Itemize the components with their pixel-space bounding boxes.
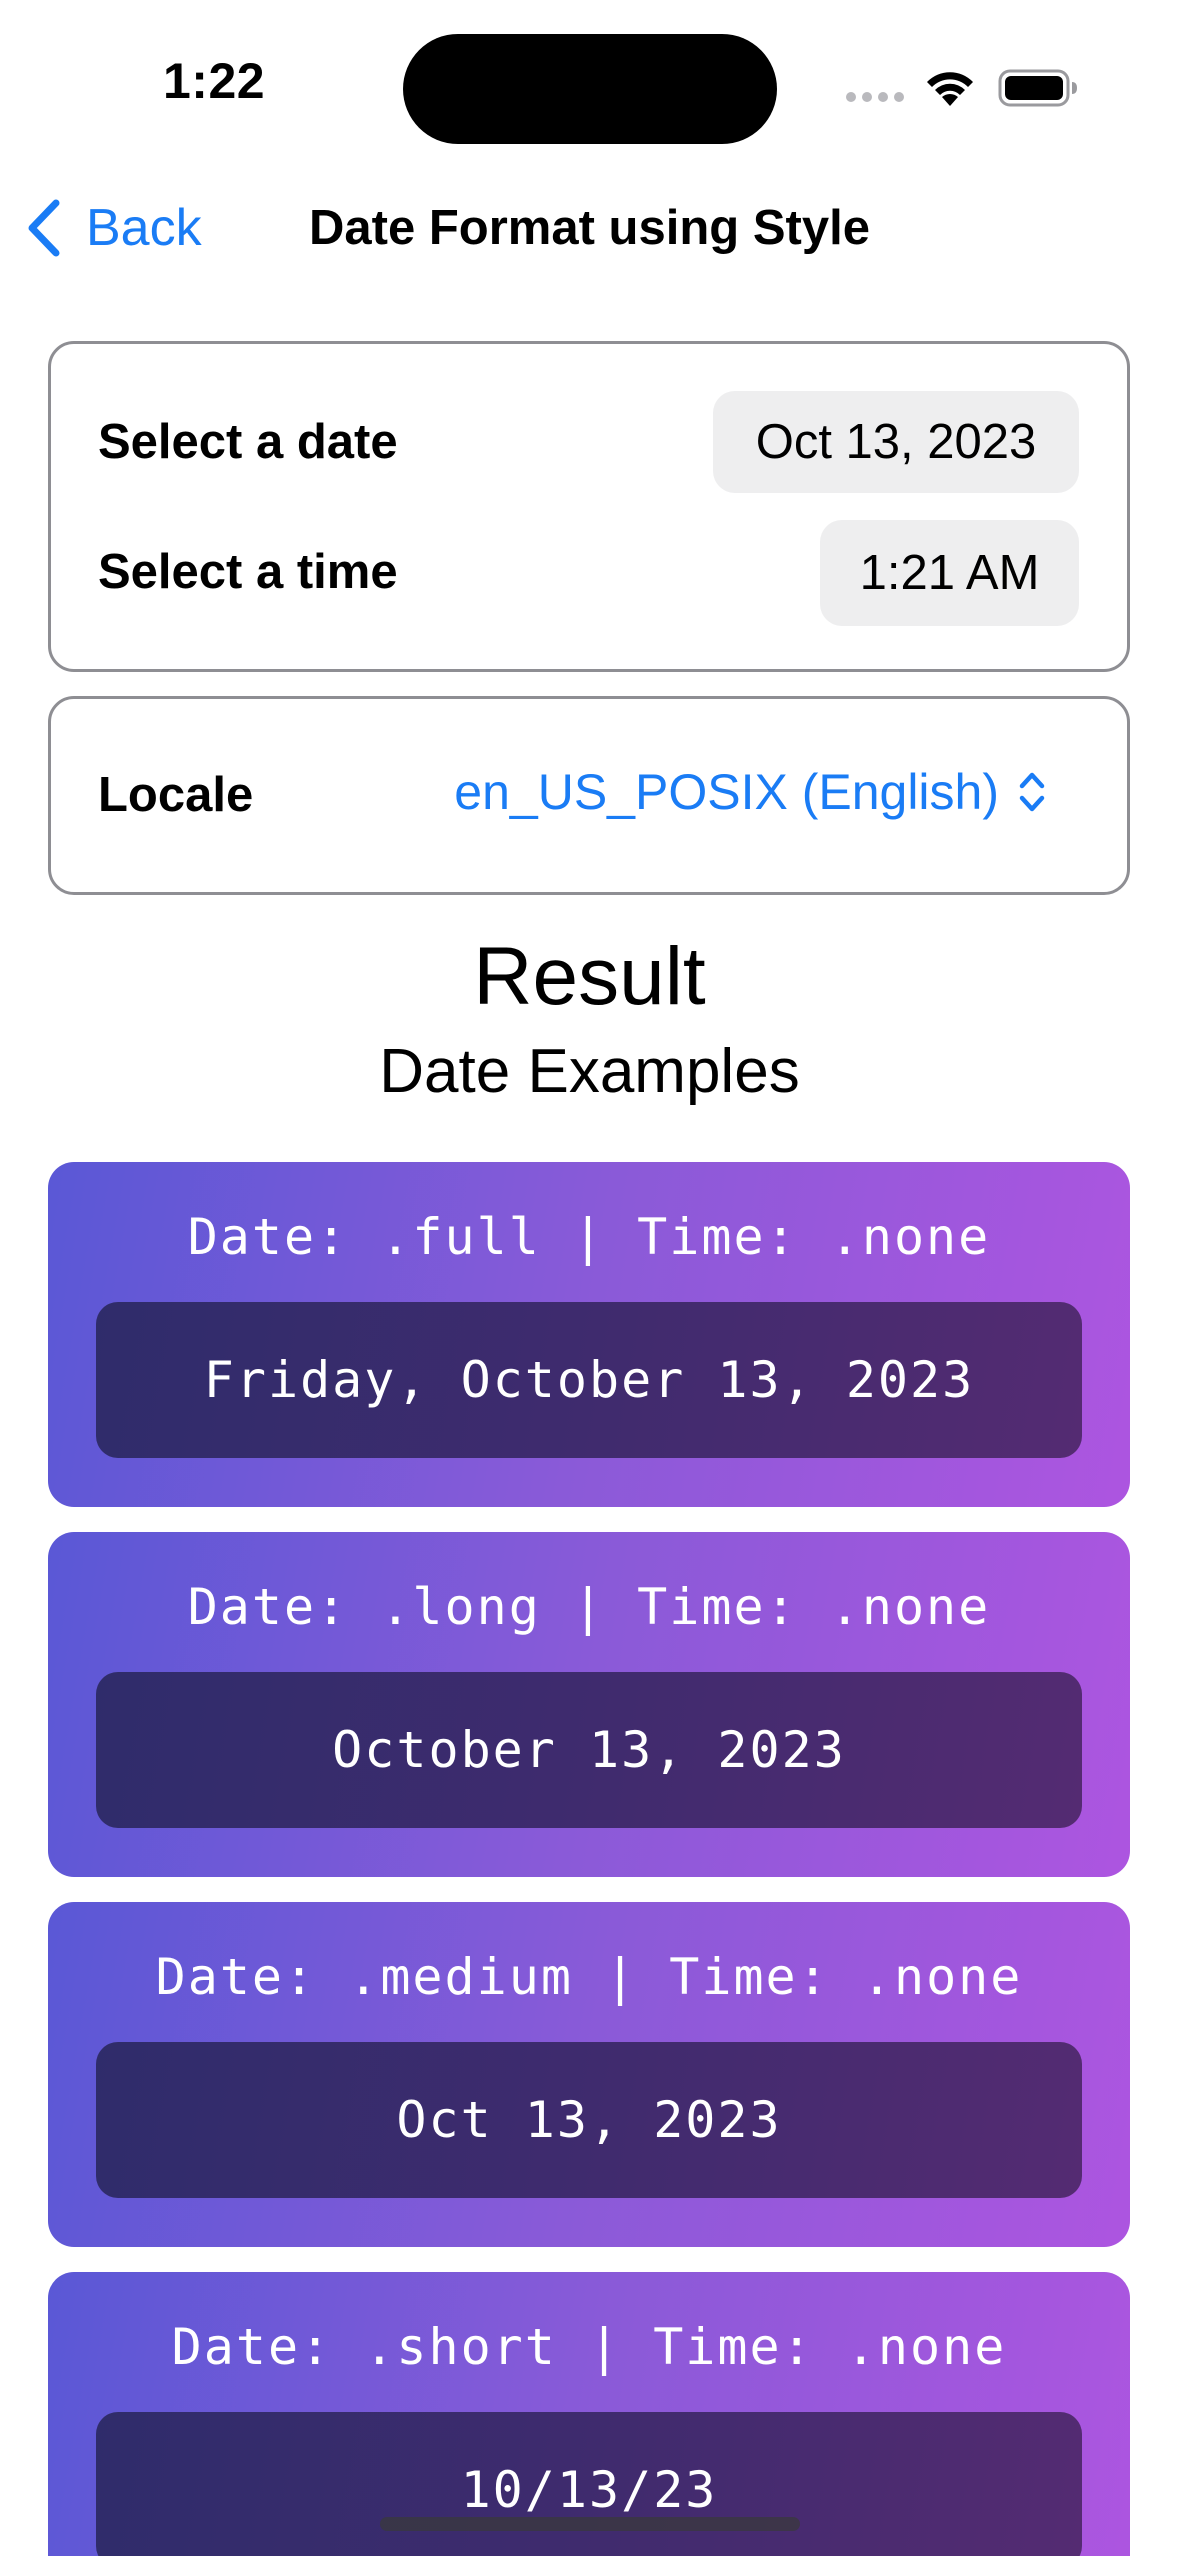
chevron-up-down-icon [1019, 772, 1045, 812]
date-time-card: Select a date Oct 13, 2023 Select a time… [48, 341, 1130, 672]
example-card-full: Date: .full | Time: .none Friday, Octobe… [48, 1162, 1130, 1507]
example-formatted-value: 10/13/23 [96, 2412, 1082, 2556]
home-indicator[interactable] [380, 2517, 800, 2531]
screen: 1:22 Back Date Format using Style Select… [0, 0, 1179, 2556]
example-formatted-value: Oct 13, 2023 [96, 2042, 1082, 2198]
date-picker-button[interactable]: Oct 13, 2023 [713, 391, 1079, 493]
result-heading: Result [473, 931, 706, 1022]
select-date-label: Select a date [98, 415, 398, 469]
wifi-icon [927, 72, 973, 106]
page-title: Date Format using Style [309, 201, 870, 255]
example-formatted-value: Friday, October 13, 2023 [96, 1302, 1082, 1458]
example-style-label: Date: .short | Time: .none [171, 2318, 1007, 2376]
date-examples-heading: Date Examples [379, 1037, 800, 1106]
select-time-label: Select a time [98, 545, 398, 599]
cellular-signal-icon [846, 92, 904, 102]
battery-icon [998, 69, 1077, 107]
status-time: 1:22 [163, 53, 266, 109]
example-card-short: Date: .short | Time: .none 10/13/23 [48, 2272, 1130, 2556]
example-card-long: Date: .long | Time: .none October 13, 20… [48, 1532, 1130, 1877]
example-card-medium: Date: .medium | Time: .none Oct 13, 2023 [48, 1902, 1130, 2247]
dynamic-island [403, 34, 777, 144]
example-style-label: Date: .full | Time: .none [187, 1208, 991, 1266]
locale-label: Locale [98, 768, 254, 822]
example-style-label: Date: .long | Time: .none [187, 1578, 991, 1636]
example-style-label: Date: .medium | Time: .none [155, 1948, 1023, 2006]
locale-picker[interactable]: en_US_POSIX (English) [454, 763, 1047, 821]
locale-card: Locale en_US_POSIX (English) [48, 696, 1130, 895]
locale-value: en_US_POSIX (English) [454, 764, 999, 820]
example-formatted-value: October 13, 2023 [96, 1672, 1082, 1828]
time-picker-button[interactable]: 1:21 AM [820, 520, 1079, 626]
